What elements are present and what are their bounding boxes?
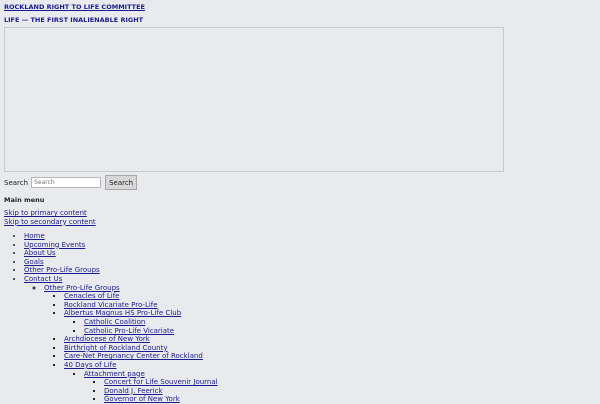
menu-item-contact-us: Contact Us Other Pro-Life Groups Cenacle… [24,275,218,404]
menu-link-contact-us[interactable]: Contact Us [24,275,62,283]
main-menu-list: Home Upcoming Events About Us Goals Othe… [4,232,218,404]
forty-days-submenu: Attachment page Concert for Life Souveni… [64,370,218,404]
submenu-item-concert-for-life: Concert for Life Souvenir Journal [104,378,218,387]
menu-item-about-us: About Us [24,249,218,258]
menu-item-home: Home [24,232,218,241]
skip-to-primary-link[interactable]: Skip to primary content [4,209,96,218]
submenu-link-albertus-magnus[interactable]: Albertus Magnus HS Pro-Life Club [64,309,181,317]
submenu-item-catholic-pro-life-vicariate: Catholic Pro-Life Vicariate [84,327,218,336]
menu-item-other-pro-life-groups: Other Pro-Life Groups [24,266,218,275]
submenu-item-40-days-of-life: 40 Days of Life Attachment page Concert … [64,361,218,404]
submenu-link-concert-for-life[interactable]: Concert for Life Souvenir Journal [104,378,218,386]
main-navigation: Home Upcoming Events About Us Goals Othe… [4,232,218,404]
menu-item-upcoming-events: Upcoming Events [24,241,218,250]
submenu-item-attachment-page: Attachment page Concert for Life Souveni… [84,370,218,404]
submenu-link-care-net[interactable]: Care-Net Pregnancy Center of Rockland [64,352,203,360]
groups-submenu: Cenacles of Life Rockland Vicariate Pro-… [44,292,218,404]
submenu-link-rockland-vicariate[interactable]: Rockland Vicariate Pro-Life [64,301,158,309]
submenu-item-donald-feerick: Donald J. Feerick [104,387,218,396]
submenu-link-catholic-coalition[interactable]: Catholic Coalition [84,318,145,326]
site-description: LIFE — THE FIRST INALIENABLE RIGHT [4,16,144,24]
attachment-submenu: Concert for Life Souvenir Journal Donald… [84,378,218,404]
submenu-link-donald-feerick[interactable]: Donald J. Feerick [104,387,163,395]
submenu-link-40-days-of-life[interactable]: 40 Days of Life [64,361,116,369]
submenu-item-other-pro-life-groups: Other Pro-Life Groups Cenacles of Life R… [44,284,218,404]
menu-link-goals[interactable]: Goals [24,258,44,266]
site-title-link[interactable]: ROCKLAND RIGHT TO LIFE COMMITTEE [4,3,145,11]
contact-submenu: Other Pro-Life Groups Cenacles of Life R… [24,284,218,404]
search-form: Search Search [4,175,138,190]
submenu-link-catholic-pro-life-vicariate[interactable]: Catholic Pro-Life Vicariate [84,327,174,335]
submenu-item-albertus-magnus: Albertus Magnus HS Pro-Life Club Catholi… [64,309,218,335]
menu-link-home[interactable]: Home [24,232,45,240]
menu-link-upcoming-events[interactable]: Upcoming Events [24,241,85,249]
submenu-item-archdiocese: Archdiocese of New York [64,335,218,344]
menu-item-goals: Goals [24,258,218,267]
submenu-item-catholic-coalition: Catholic Coalition [84,318,218,327]
search-input[interactable] [31,177,102,188]
submenu-item-rockland-vicariate: Rockland Vicariate Pro-Life [64,301,218,310]
submenu-link-governor-new-york[interactable]: Governor of New York [104,395,180,403]
header-image [4,27,504,172]
menu-link-about-us[interactable]: About Us [24,249,56,257]
submenu-item-care-net: Care-Net Pregnancy Center of Rockland [64,352,218,361]
submenu-link-cenacles-of-life[interactable]: Cenacles of Life [64,292,119,300]
skip-links: Skip to primary content Skip to secondar… [4,209,96,226]
submenu-link-attachment-page[interactable]: Attachment page [84,370,145,378]
main-menu-heading: Main menu [4,196,45,204]
submenu-item-birthright: Birthright of Rockland County [64,344,218,353]
submenu-item-cenacles-of-life: Cenacles of Life [64,292,218,301]
submenu-link-archdiocese[interactable]: Archdiocese of New York [64,335,150,343]
search-button[interactable]: Search [105,175,138,190]
menu-link-other-pro-life-groups[interactable]: Other Pro-Life Groups [24,266,100,274]
skip-to-secondary-link[interactable]: Skip to secondary content [4,218,96,227]
search-label: Search [4,178,29,187]
albertus-submenu: Catholic Coalition Catholic Pro-Life Vic… [64,318,218,335]
submenu-link-birthright[interactable]: Birthright of Rockland County [64,344,167,352]
submenu-link-other-pro-life-groups[interactable]: Other Pro-Life Groups [44,284,120,292]
